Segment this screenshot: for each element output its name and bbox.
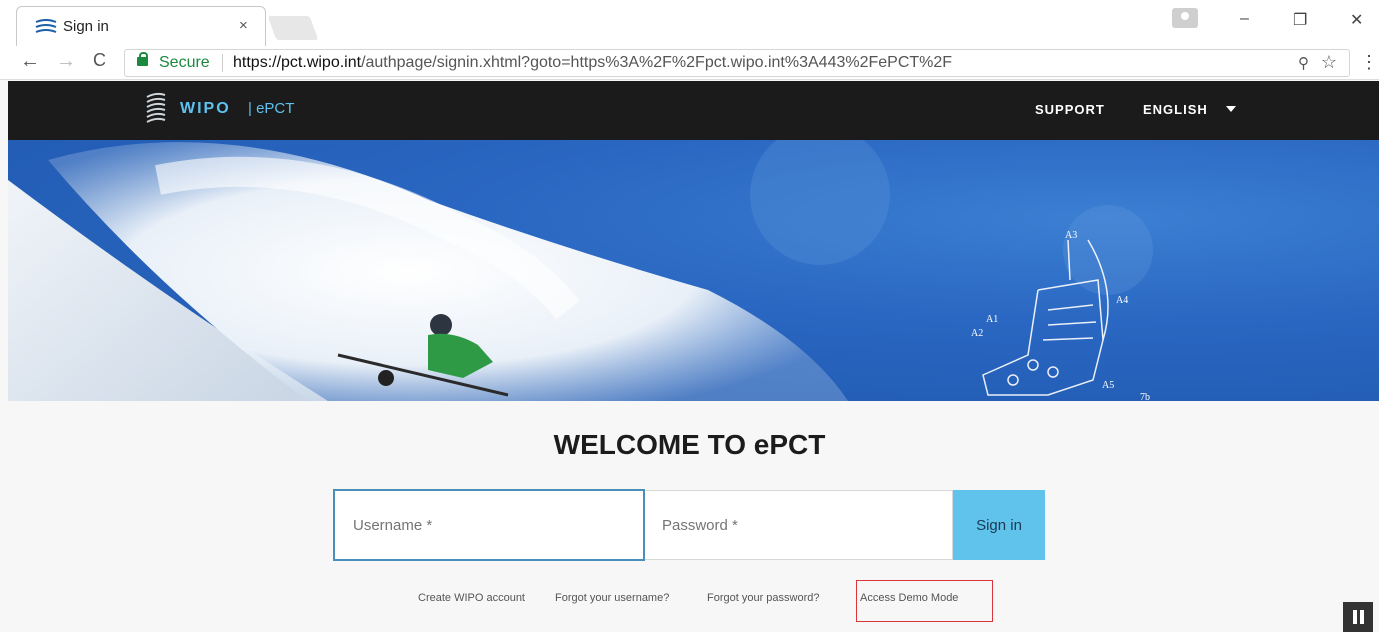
url-text[interactable]: https://pct.wipo.int/authpage/signin.xht… [233,54,952,72]
new-tab-button[interactable] [267,16,319,40]
url-separator [222,54,223,72]
minimize-button[interactable]: – [1240,10,1249,28]
lock-icon [137,52,148,66]
tab-close-icon[interactable]: × [239,17,248,34]
boot-label-a4: A4 [1116,295,1128,306]
browser-toolbar: ← → C Secure https://pct.wipo.int/authpa… [0,46,1379,80]
star-icon[interactable]: ☆ [1321,52,1337,73]
reload-button[interactable]: C [93,50,106,71]
forgot-password-link[interactable]: Forgot your password? [707,592,820,604]
profile-icon[interactable] [1172,8,1198,28]
url-path: /authpage/signin.xhtml?goto=https%3A%2F%… [361,54,953,71]
boot-label-7b: 7b [1140,392,1150,401]
tab-title: Sign in [63,18,109,35]
address-bar[interactable]: Secure https://pct.wipo.int/authpage/sig… [124,49,1350,77]
back-button[interactable]: ← [20,50,40,73]
caret-down-icon[interactable] [1226,106,1236,112]
hero-illustration: A3 A4 A1 A2 A5 7b [8,140,1153,401]
window-close-button[interactable]: ✕ [1350,10,1363,30]
wipo-favicon-icon [35,19,57,33]
create-account-link[interactable]: Create WIPO account [418,592,525,604]
language-dropdown[interactable]: ENGLISH [1143,102,1208,117]
forgot-username-link[interactable]: Forgot your username? [555,592,669,604]
boot-label-a5: A5 [1102,380,1114,391]
logo-text[interactable]: WIPO [180,100,231,118]
wipo-logo-icon [146,92,166,123]
demo-mode-highlight [856,580,993,622]
zoom-icon[interactable]: ⚲ [1298,54,1309,72]
boot-label-a3: A3 [1065,230,1077,241]
browser-tab[interactable]: Sign in × [16,6,266,46]
hero-banner: A3 A4 A1 A2 A5 7b [8,140,1379,401]
url-host: https://pct.wipo.int [233,54,362,71]
logo-subtitle[interactable]: | ePCT [248,100,294,117]
boot-label-a1: A1 [986,314,998,325]
page-title: WELCOME TO ePCT [553,429,826,460]
pause-icon[interactable] [1343,602,1373,632]
restore-button[interactable]: ❐ [1293,10,1307,30]
site-header: WIPO | ePCT SUPPORT ENGLISH [8,81,1379,140]
nav-support-link[interactable]: SUPPORT [1035,102,1105,117]
browser-tabstrip: Sign in × – ❐ ✕ [0,0,1379,46]
boot-label-a2: A2 [971,328,983,339]
secure-label: Secure [159,54,210,71]
username-field[interactable] [333,489,645,561]
password-field[interactable] [645,490,953,560]
forward-button[interactable]: → [56,50,76,73]
sign-in-button[interactable]: Sign in [953,490,1045,560]
menu-icon[interactable]: ⋮ [1360,52,1378,73]
